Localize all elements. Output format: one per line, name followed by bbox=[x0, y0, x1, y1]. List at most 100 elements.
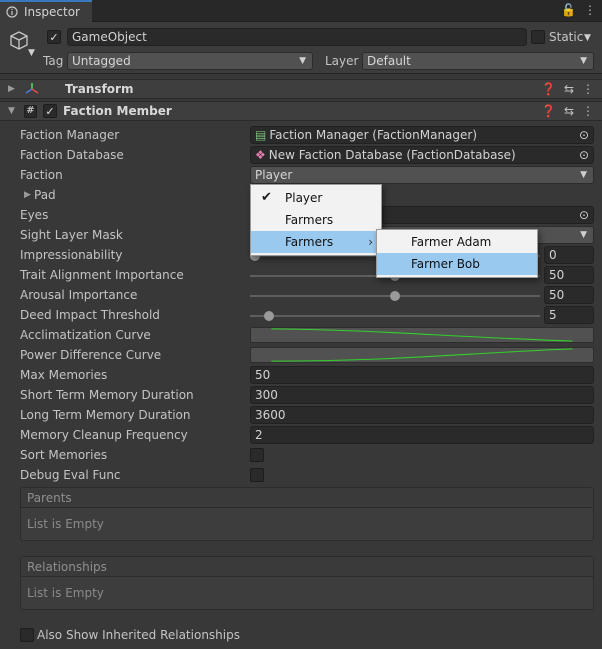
titlebar-controls: 🔓 ⋮ bbox=[561, 3, 596, 17]
eyes-label: Eyes bbox=[20, 208, 49, 222]
cleanup-freq-input[interactable]: 2 bbox=[250, 426, 594, 444]
help-icon[interactable]: ❓ bbox=[541, 82, 556, 96]
info-icon bbox=[6, 6, 18, 18]
faction-popup-menu: ✔ Player Farmers Farmers › bbox=[250, 184, 382, 256]
transform-icon bbox=[25, 83, 39, 94]
max-memories-label: Max Memories bbox=[20, 368, 108, 382]
lock-icon[interactable]: 🔓 bbox=[561, 3, 576, 17]
faction-database-value: New Faction Database (FactionDatabase) bbox=[268, 148, 516, 162]
icon-dropdown-caret[interactable]: ▼ bbox=[28, 48, 35, 58]
gameobject-name-input[interactable]: GameObject bbox=[67, 28, 527, 46]
sight-layer-mask-label: Sight Layer Mask bbox=[20, 228, 123, 242]
impressionability-label: Impressionability bbox=[20, 248, 123, 262]
script-asset-icon: ▤ bbox=[255, 128, 267, 142]
preset-icon[interactable]: ⇆ bbox=[564, 82, 574, 96]
power-difference-curve-line bbox=[271, 348, 573, 362]
long-term-input[interactable]: 3600 bbox=[250, 406, 594, 424]
faction-dropdown[interactable]: Player ▼ bbox=[250, 166, 594, 184]
layer-dropdown[interactable]: Default ▼ bbox=[362, 52, 594, 70]
database-asset-icon: ❖ bbox=[255, 148, 266, 162]
component-enabled-checkbox[interactable]: ✓ bbox=[43, 104, 57, 118]
script-icon: # bbox=[24, 104, 37, 118]
acclimatization-curve-field[interactable] bbox=[250, 327, 594, 343]
inherited-relationships-checkbox[interactable] bbox=[20, 628, 34, 642]
menu-item-label: Farmers bbox=[285, 235, 334, 249]
parents-list: Parents List is Empty bbox=[20, 487, 594, 541]
cleanup-freq-label: Memory Cleanup Frequency bbox=[20, 428, 188, 442]
menu-item-farmers-submenu[interactable]: Farmers › bbox=[251, 231, 381, 253]
parents-list-empty: List is Empty bbox=[27, 517, 104, 531]
object-picker-icon[interactable]: ⊙ bbox=[579, 148, 589, 162]
chevron-right-icon: › bbox=[368, 235, 373, 249]
debug-eval-checkbox[interactable] bbox=[250, 468, 264, 482]
sort-memories-checkbox[interactable] bbox=[250, 448, 264, 462]
arousal-input[interactable]: 50 bbox=[544, 286, 594, 304]
menu-item-farmer-bob[interactable]: Farmer Bob bbox=[377, 253, 537, 275]
deed-impact-slider-track[interactable] bbox=[250, 315, 540, 317]
static-label: Static bbox=[549, 30, 584, 44]
tag-value: Untagged bbox=[72, 54, 131, 68]
menu-item-farmer-adam[interactable]: Farmer Adam bbox=[377, 231, 537, 253]
gameobject-header: ▼ ✓ GameObject Static ▼ Tag Untagged ▼ L… bbox=[0, 22, 602, 74]
chevron-down-icon: ▼ bbox=[580, 170, 587, 180]
kebab-menu-icon[interactable]: ⋮ bbox=[582, 104, 594, 118]
kebab-menu-icon[interactable]: ⋮ bbox=[582, 82, 594, 96]
menu-icon[interactable]: ⋮ bbox=[584, 3, 596, 17]
deed-impact-slider-thumb[interactable] bbox=[264, 311, 274, 321]
tab-inspector[interactable]: Inspector bbox=[0, 0, 92, 22]
faction-database-label: Faction Database bbox=[20, 148, 124, 162]
help-icon[interactable]: ❓ bbox=[541, 104, 556, 118]
sort-memories-label: Sort Memories bbox=[20, 448, 108, 462]
chevron-down-icon: ▼ bbox=[580, 230, 587, 240]
chevron-down-icon: ▼ bbox=[580, 56, 587, 66]
relationships-list-header: Relationships bbox=[21, 557, 593, 577]
debug-eval-label: Debug Eval Func bbox=[20, 468, 121, 482]
tab-label: Inspector bbox=[24, 5, 80, 19]
window-titlebar: Inspector 🔓 ⋮ bbox=[0, 0, 602, 22]
foldout-expanded-icon[interactable]: ▼ bbox=[8, 106, 20, 116]
object-picker-icon[interactable]: ⊙ bbox=[579, 208, 589, 222]
transform-title: Transform bbox=[65, 82, 134, 96]
faction-database-field[interactable]: ❖ New Faction Database (FactionDatabase)… bbox=[250, 146, 594, 164]
foldout-collapsed-icon[interactable]: ▶ bbox=[8, 84, 20, 94]
acclimatization-curve-line bbox=[271, 328, 573, 342]
active-checkbox[interactable]: ✓ bbox=[47, 30, 61, 44]
trait-alignment-input[interactable]: 50 bbox=[544, 266, 594, 284]
layer-value: Default bbox=[367, 54, 411, 68]
faction-member-component-header[interactable]: ▼ # ✓ Faction Member ❓ ⇆ ⋮ bbox=[0, 101, 602, 121]
faction-member-title: Faction Member bbox=[63, 104, 172, 118]
menu-item-player[interactable]: ✔ Player bbox=[251, 187, 381, 209]
farmers-submenu: Farmer Adam Farmer Bob bbox=[376, 229, 538, 278]
transform-component-header[interactable]: ▶ Transform ❓ ⇆ ⋮ bbox=[0, 79, 602, 99]
long-term-label: Long Term Memory Duration bbox=[20, 408, 191, 422]
faction-member-header-icons: ❓ ⇆ ⋮ bbox=[541, 104, 594, 118]
pad-label: Pad bbox=[34, 188, 56, 202]
deed-impact-input[interactable]: 5 bbox=[544, 306, 594, 324]
transform-header-icons: ❓ ⇆ ⋮ bbox=[541, 82, 594, 96]
pad-foldout-icon[interactable]: ▶ bbox=[24, 186, 31, 204]
menu-item-label: Farmer Adam bbox=[411, 235, 492, 249]
tag-dropdown[interactable]: Untagged ▼ bbox=[67, 52, 313, 70]
cube-icon bbox=[10, 31, 28, 50]
arousal-slider-thumb[interactable] bbox=[390, 291, 400, 301]
faction-manager-field[interactable]: ▤ Faction Manager (FactionManager) ⊙ bbox=[250, 126, 594, 144]
power-difference-curve-field[interactable] bbox=[250, 347, 594, 363]
menu-item-label: Player bbox=[285, 191, 323, 205]
max-memories-input[interactable]: 50 bbox=[250, 366, 594, 384]
static-dropdown-caret[interactable]: ▼ bbox=[584, 33, 591, 43]
short-term-input[interactable]: 300 bbox=[250, 386, 594, 404]
menu-item-farmers[interactable]: Farmers bbox=[251, 209, 381, 231]
checkmark-icon: ✔ bbox=[261, 190, 272, 205]
object-picker-icon[interactable]: ⊙ bbox=[579, 128, 589, 142]
static-checkbox[interactable] bbox=[531, 30, 545, 44]
short-term-label: Short Term Memory Duration bbox=[20, 388, 194, 402]
inherited-relationships-label: Also Show Inherited Relationships bbox=[37, 628, 240, 642]
chevron-down-icon: ▼ bbox=[299, 56, 306, 66]
layer-label: Layer bbox=[325, 54, 359, 68]
impressionability-input[interactable]: 0 bbox=[544, 246, 594, 264]
faction-label: Faction bbox=[20, 168, 63, 182]
tag-label: Tag bbox=[43, 54, 64, 68]
faction-manager-value: Faction Manager (FactionManager) bbox=[269, 128, 478, 142]
arousal-label: Arousal Importance bbox=[20, 288, 138, 302]
preset-icon[interactable]: ⇆ bbox=[564, 104, 574, 118]
